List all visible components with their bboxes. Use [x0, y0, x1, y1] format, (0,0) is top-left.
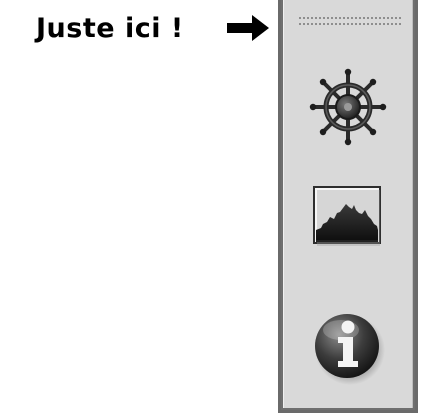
histogram-button[interactable]: [284, 186, 412, 256]
callout-text: Juste ici !: [36, 12, 184, 44]
annotation-callout: Juste ici !: [36, 10, 184, 46]
right-arrow-icon: [227, 15, 269, 41]
side-panel-body: [283, 0, 413, 408]
info-button[interactable]: [284, 306, 412, 386]
histogram-icon: [313, 186, 381, 246]
info-icon: [315, 314, 385, 385]
grip-handle-icon[interactable]: [299, 16, 403, 28]
ship-wheel-icon: [309, 68, 387, 146]
side-panel-dock: [278, 0, 418, 413]
navigator-button[interactable]: [284, 68, 412, 146]
